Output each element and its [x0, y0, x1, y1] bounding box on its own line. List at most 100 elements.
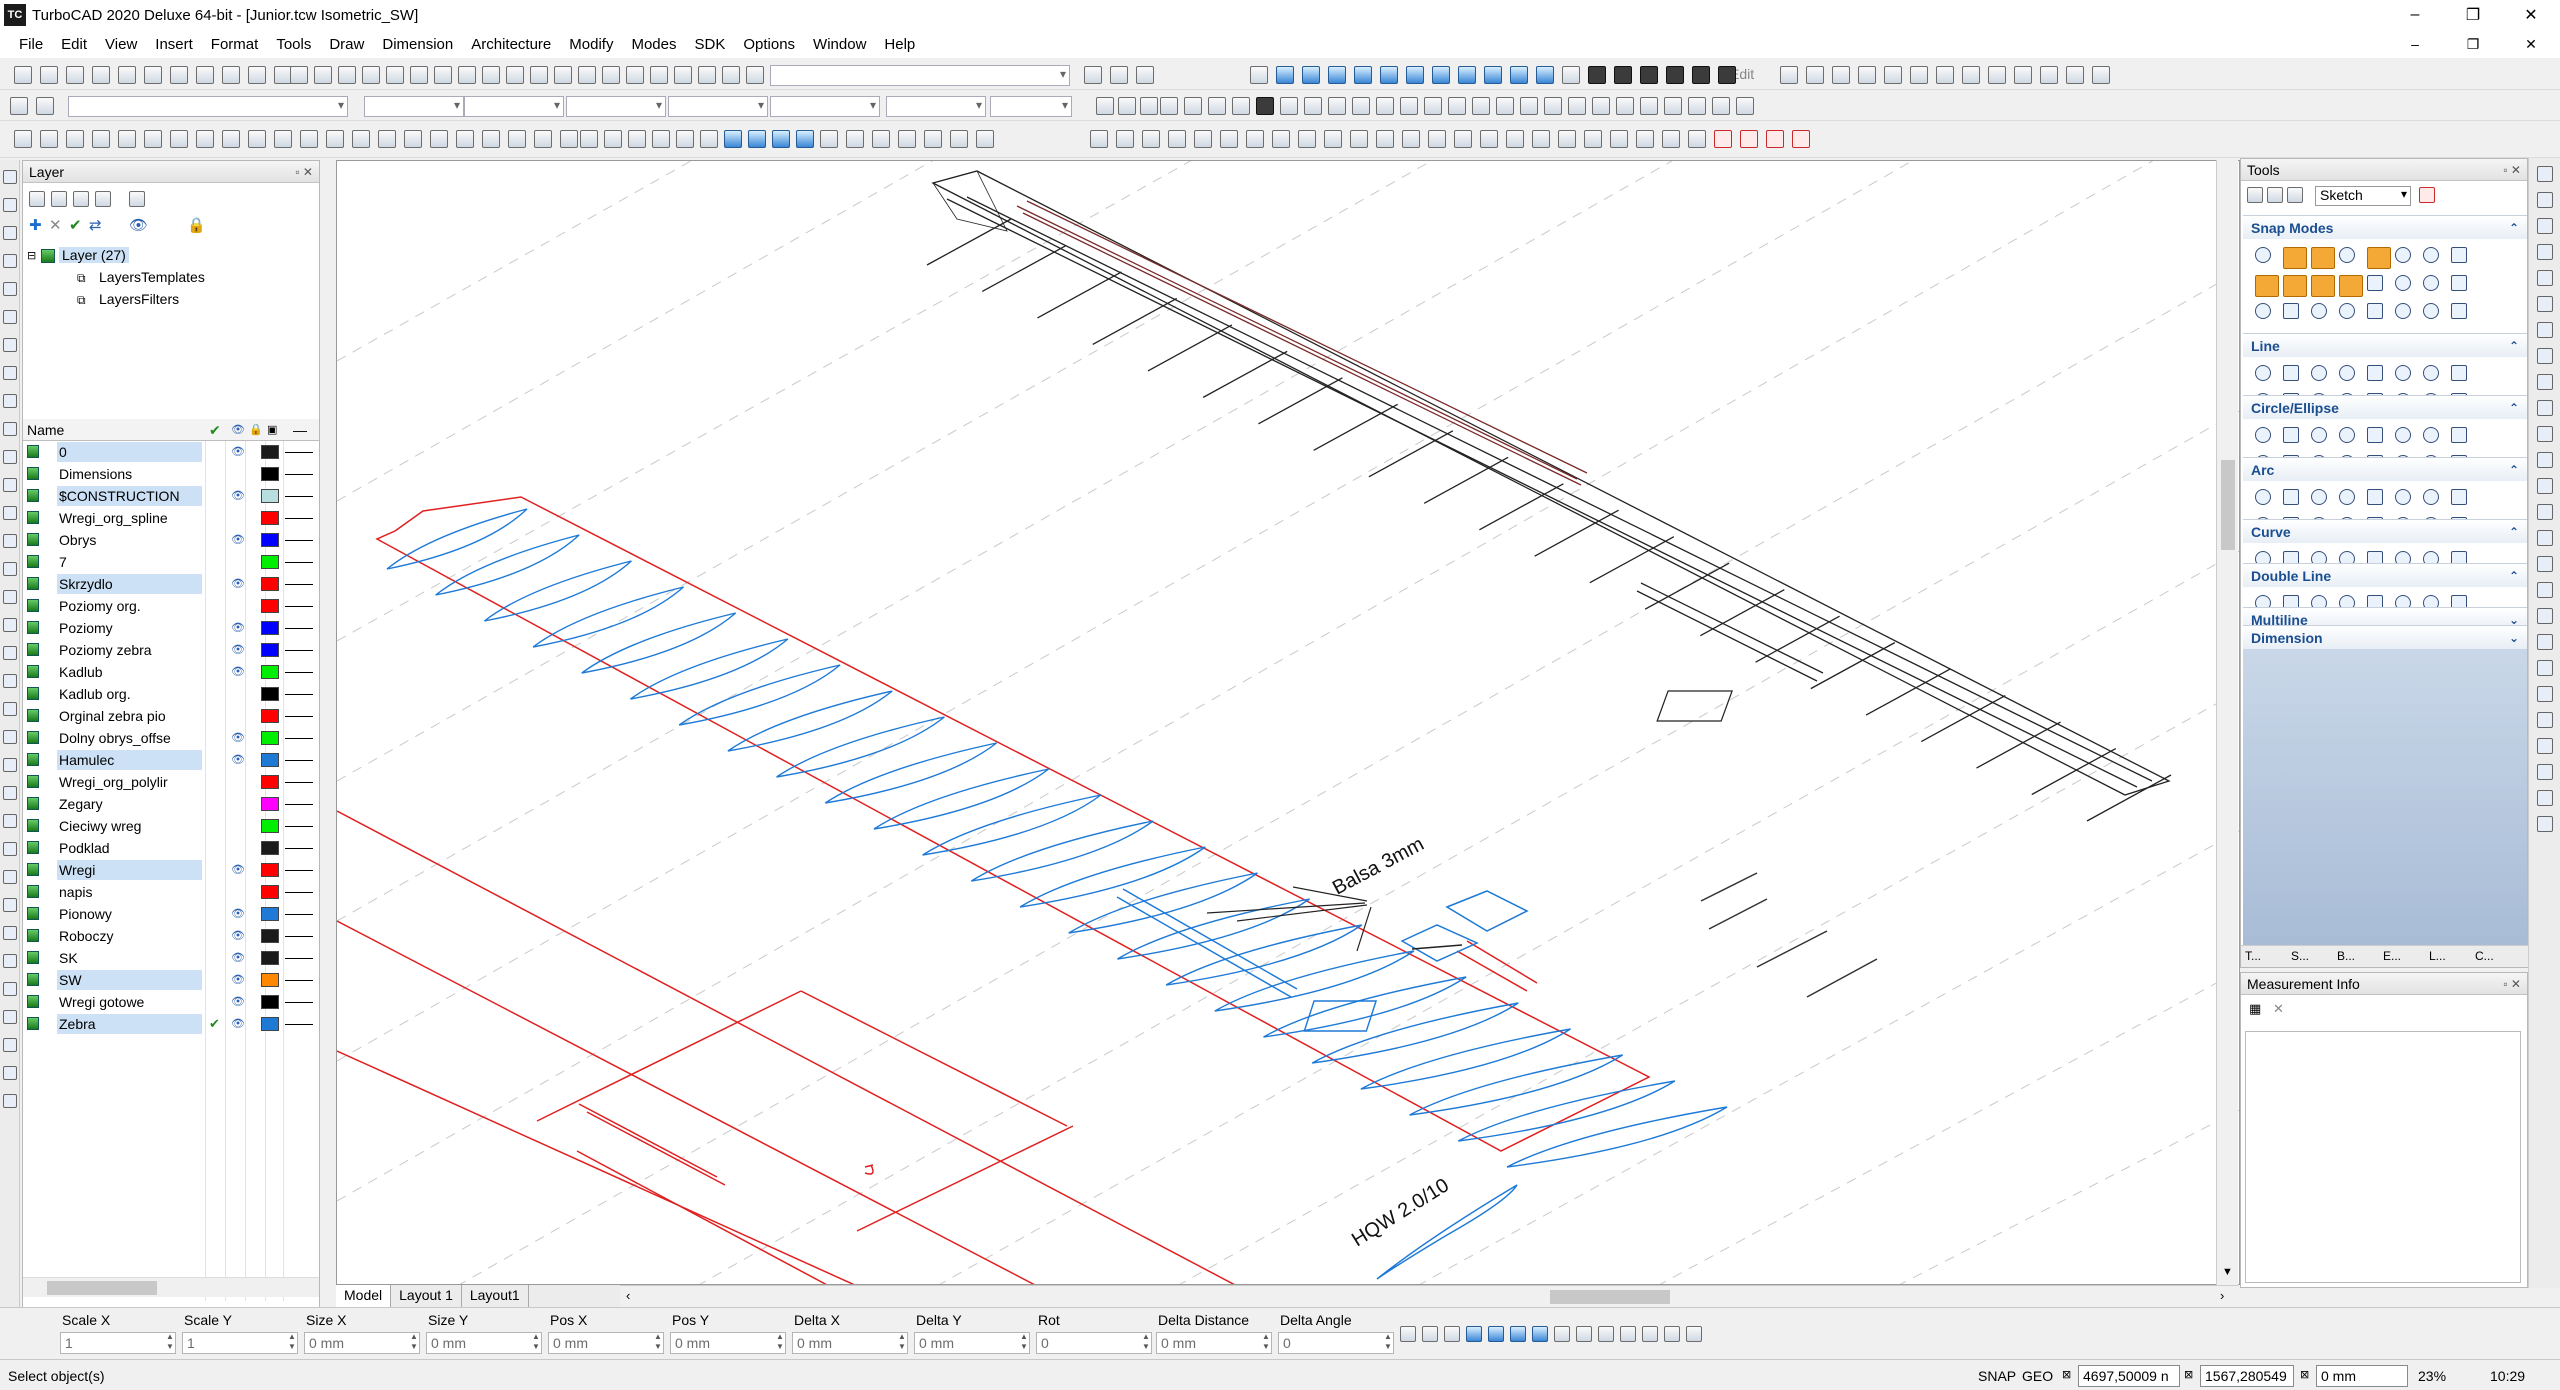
spin-arrows-icon[interactable]: ▲ ▼: [164, 1332, 176, 1354]
right-tool-icon[interactable]: [2537, 608, 2553, 624]
right-tool-icon[interactable]: [2537, 634, 2553, 650]
layer-name[interactable]: Poziomy zebra: [59, 639, 209, 661]
toolbar-tool-icon[interactable]: [1272, 130, 1290, 148]
tool-icon[interactable]: [2423, 365, 2439, 381]
toolbar-tool-icon[interactable]: [1536, 66, 1554, 84]
constraint-tool-icon[interactable]: [1576, 1326, 1592, 1342]
toolbar-tool-icon[interactable]: [554, 66, 572, 84]
coord-input[interactable]: 0: [1036, 1332, 1152, 1354]
toolbar-tool-icon[interactable]: [1428, 130, 1446, 148]
layer-color-swatch[interactable]: [261, 753, 279, 767]
toolbar-tool-icon[interactable]: [92, 130, 110, 148]
toolbar-tool-icon[interactable]: [222, 66, 240, 84]
layer-linetype[interactable]: [285, 496, 313, 497]
toolbar-tool-icon[interactable]: [604, 130, 622, 148]
toolbar-tool-icon[interactable]: [1472, 97, 1490, 115]
collapse-chevron-icon[interactable]: ⌃: [2509, 564, 2519, 588]
toolbar-tool-icon[interactable]: [1584, 130, 1602, 148]
toolbar-tool-icon[interactable]: [872, 130, 890, 148]
drawing-canvas[interactable]: Balsa 3mm HQW 2.0/10: [336, 160, 2240, 1285]
toolbar-tool-icon[interactable]: [1936, 66, 1954, 84]
layer-name[interactable]: SK: [59, 947, 209, 969]
visibility-eye-icon[interactable]: 👁: [231, 749, 245, 771]
pen-combo[interactable]: [668, 96, 768, 117]
toolbar-tool-icon[interactable]: [1510, 66, 1528, 84]
left-tool-icon[interactable]: [3, 506, 17, 520]
left-tool-icon[interactable]: [3, 366, 17, 380]
toolbar-tool-icon[interactable]: [1380, 66, 1398, 84]
toolbar-tool-icon[interactable]: [746, 66, 764, 84]
toolbar-tool-icon[interactable]: [924, 130, 942, 148]
spin-arrows-icon[interactable]: ▲ ▼: [652, 1332, 664, 1354]
toolbar-tool-icon[interactable]: [482, 66, 500, 84]
layer-linetype[interactable]: [285, 936, 313, 937]
left-tool-icon[interactable]: [3, 618, 17, 632]
layer-row[interactable]: Roboczy 👁: [23, 925, 319, 947]
left-tool-icon[interactable]: [3, 1066, 17, 1080]
layer-linetype[interactable]: [285, 672, 313, 673]
toolbar-tool-icon[interactable]: [434, 66, 452, 84]
layer-linetype[interactable]: [285, 562, 313, 563]
toolbar-tool-icon[interactable]: [1194, 130, 1212, 148]
layer-linetype[interactable]: [285, 452, 313, 453]
layer-linetype[interactable]: [285, 848, 313, 849]
toolbar-tool-icon[interactable]: [1614, 66, 1632, 84]
section-header[interactable]: Curve ⌃: [2243, 519, 2527, 543]
toolbar-tool-icon[interactable]: [1400, 97, 1418, 115]
left-tool-icon[interactable]: [3, 954, 17, 968]
visibility-eye-icon[interactable]: 👁: [231, 925, 245, 947]
left-tool-icon[interactable]: [3, 226, 17, 240]
toolbar-tool-icon[interactable]: [1766, 130, 1784, 148]
constraint-tool-icon[interactable]: [1642, 1326, 1658, 1342]
toolbar-tool-icon[interactable]: [248, 130, 266, 148]
toolbar-tool-icon[interactable]: [300, 130, 318, 148]
layer-color-swatch[interactable]: [261, 489, 279, 503]
toolbar-tool-icon[interactable]: [1780, 66, 1798, 84]
left-tool-icon[interactable]: [3, 562, 17, 576]
collapse-chevron-icon[interactable]: ⌃: [2509, 458, 2519, 482]
right-tool-icon[interactable]: [2537, 504, 2553, 520]
constraint-tool-icon[interactable]: [1686, 1326, 1702, 1342]
layer-name[interactable]: Roboczy: [59, 925, 209, 947]
toolbar-tool-icon[interactable]: [650, 66, 668, 84]
layer-name[interactable]: 0: [59, 441, 209, 463]
layer-name[interactable]: Wregi: [59, 859, 209, 881]
toolbar-tool-icon[interactable]: [10, 97, 28, 115]
toolbar-tool-icon[interactable]: [1496, 97, 1514, 115]
add-layer-icon[interactable]: ✚: [29, 216, 42, 234]
layer-template-icon[interactable]: [51, 191, 67, 207]
toolbar-tool-icon[interactable]: [1714, 130, 1732, 148]
menu-help[interactable]: Help: [875, 36, 924, 53]
toolbar-tool-icon[interactable]: [1544, 97, 1562, 115]
layer-linetype[interactable]: [285, 584, 313, 585]
layer-linetype[interactable]: [285, 980, 313, 981]
layer-row[interactable]: Poziomy zebra 👁: [23, 639, 319, 661]
toolbar-tool-icon[interactable]: [1232, 97, 1250, 115]
spin-arrows-icon[interactable]: ▲ ▼: [774, 1332, 786, 1354]
snap-mode-icon[interactable]: [2395, 275, 2411, 291]
toolbar-tool-icon[interactable]: [1376, 97, 1394, 115]
toolbar-tool-icon[interactable]: [1884, 66, 1902, 84]
layer-name[interactable]: Wregi gotowe: [59, 991, 209, 1013]
col-current-icon[interactable]: ✔: [209, 419, 221, 441]
collapse-chevron-icon[interactable]: ⌃: [2509, 396, 2519, 420]
left-tool-icon[interactable]: [3, 786, 17, 800]
toolbar-tool-icon[interactable]: [652, 130, 670, 148]
visibility-eye-icon[interactable]: 👁: [231, 573, 245, 595]
layer-color-swatch[interactable]: [261, 797, 279, 811]
toolbar-tool-icon[interactable]: [1280, 97, 1298, 115]
section-header[interactable]: Circle/Ellipse ⌃: [2243, 395, 2527, 419]
layer-row[interactable]: Wregi_org_polylir: [23, 771, 319, 793]
toolbar-tool-icon[interactable]: [508, 130, 526, 148]
right-tool-icon[interactable]: [2537, 660, 2553, 676]
measurement-close-icon[interactable]: ▫ ✕: [2503, 973, 2521, 995]
snap-mode-icon[interactable]: [2423, 303, 2439, 319]
toolbar-tool-icon[interactable]: [796, 130, 814, 148]
left-tool-icon[interactable]: [3, 870, 17, 884]
layer-name[interactable]: Zegary: [59, 793, 209, 815]
menu-architecture[interactable]: Architecture: [462, 36, 560, 53]
snap-mode-icon[interactable]: [2311, 247, 2335, 269]
toolbar-tool-icon[interactable]: [1506, 130, 1524, 148]
toolbar-tool-icon[interactable]: [1832, 66, 1850, 84]
tool-icon[interactable]: [2395, 427, 2411, 443]
